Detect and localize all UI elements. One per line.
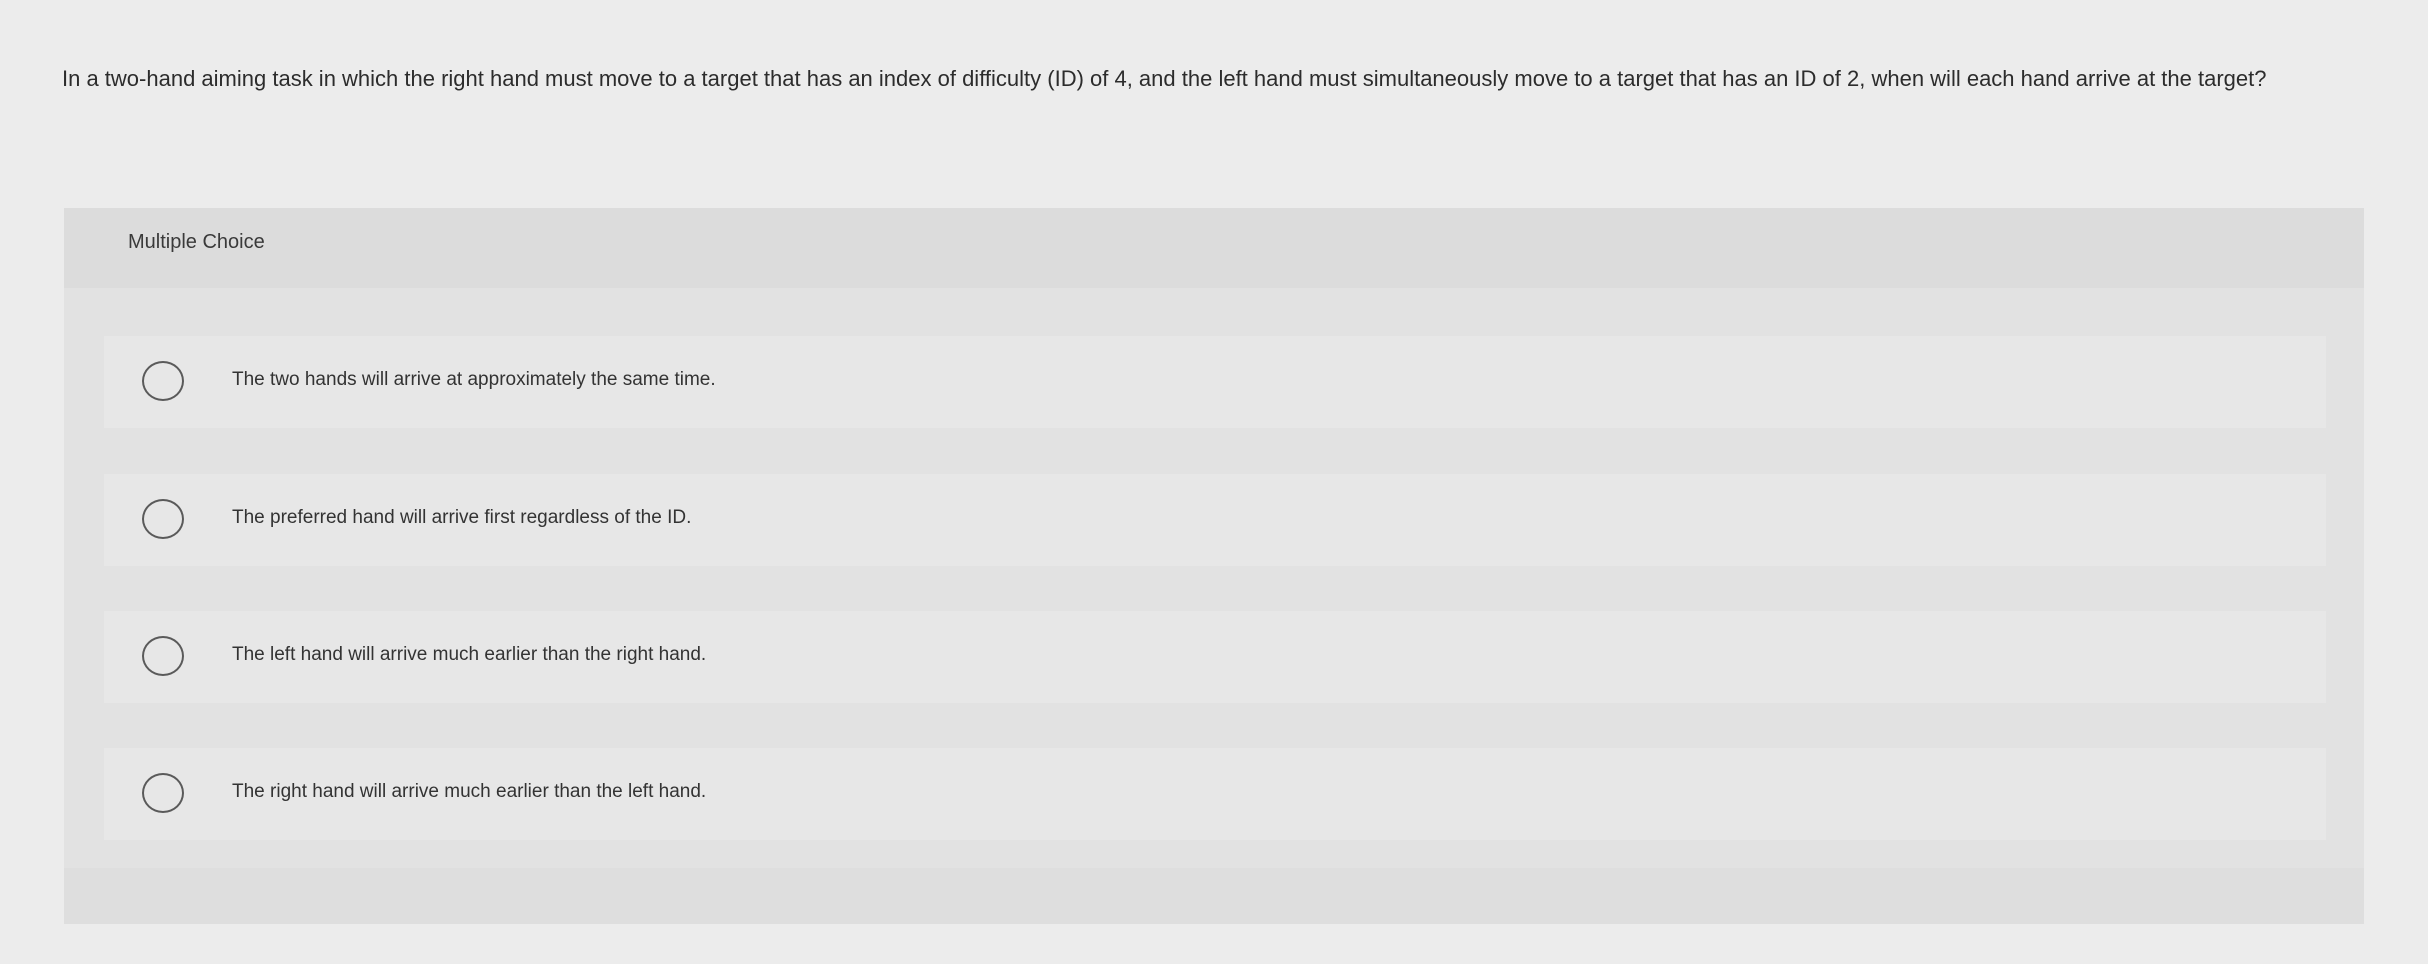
choice-option-3[interactable]: The left hand will arrive much earlier t… bbox=[104, 611, 2326, 703]
choice-option-2[interactable]: The preferred hand will arrive first reg… bbox=[104, 474, 2326, 566]
choice-option-4[interactable]: The right hand will arrive much earlier … bbox=[104, 748, 2326, 840]
panel-title: Multiple Choice bbox=[128, 231, 265, 253]
radio-button-icon[interactable] bbox=[142, 361, 184, 401]
radio-button-icon[interactable] bbox=[142, 636, 184, 676]
multiple-choice-panel: Multiple Choice The two hands will arriv… bbox=[64, 208, 2364, 924]
choice-label: The two hands will arrive at approximate… bbox=[232, 369, 716, 390]
radio-button-icon[interactable] bbox=[142, 773, 184, 813]
choice-label: The preferred hand will arrive first reg… bbox=[232, 507, 692, 528]
choice-option-1[interactable]: The two hands will arrive at approximate… bbox=[104, 336, 2326, 428]
choice-label: The left hand will arrive much earlier t… bbox=[232, 644, 707, 665]
panel-footer bbox=[64, 868, 2364, 924]
question-text: In a two-hand aiming task in which the r… bbox=[62, 66, 2267, 91]
choice-label: The right hand will arrive much earlier … bbox=[232, 781, 707, 802]
radio-button-icon[interactable] bbox=[142, 499, 184, 539]
panel-header: Multiple Choice bbox=[64, 208, 2364, 288]
